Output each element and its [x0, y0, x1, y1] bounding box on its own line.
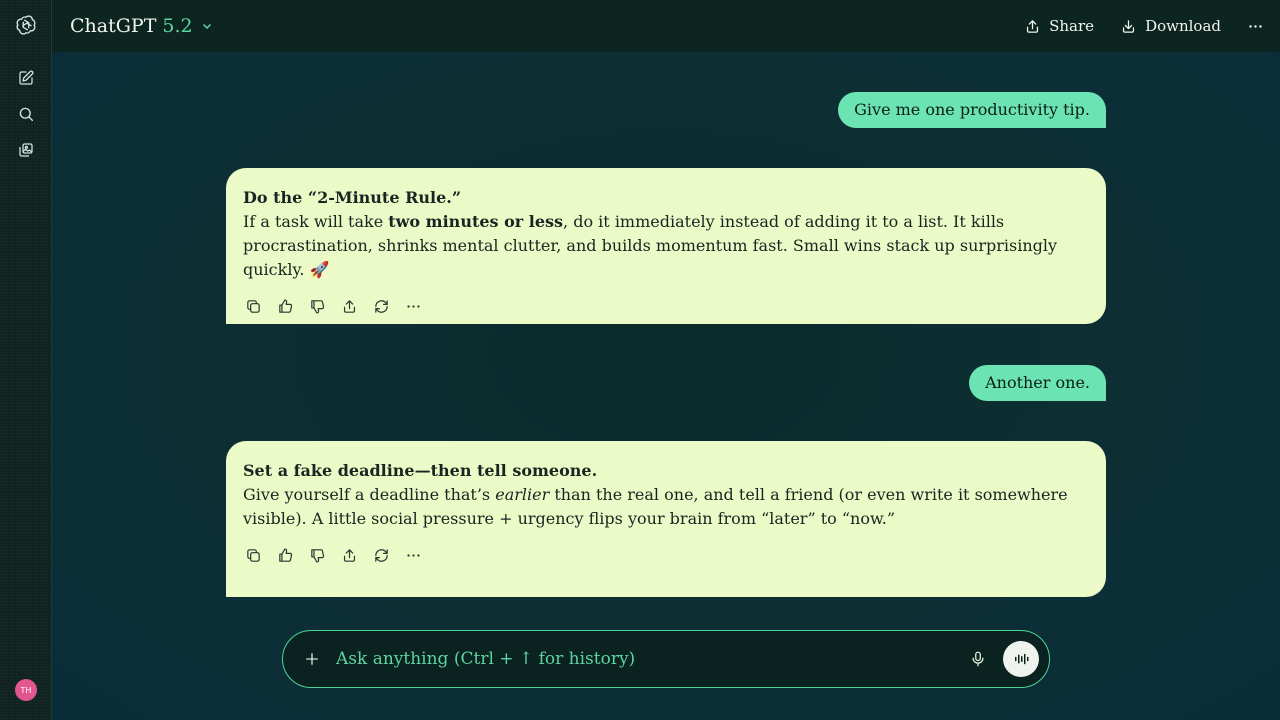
message-actions — [243, 296, 1089, 316]
share-label: Share — [1049, 17, 1095, 35]
prompt-input[interactable] — [336, 649, 967, 669]
thumbs-down-icon[interactable] — [307, 296, 327, 316]
library-icon[interactable] — [14, 138, 38, 162]
user-message: Give me one productivity tip. — [838, 92, 1106, 128]
plus-icon[interactable] — [300, 647, 324, 671]
openai-logo-icon[interactable] — [14, 13, 38, 37]
voice-mode-button[interactable] — [1003, 641, 1039, 677]
share-icon — [1027, 19, 1039, 33]
share-icon[interactable] — [339, 296, 359, 316]
message-actions — [243, 545, 1089, 565]
sidebar-rail: TH — [0, 0, 52, 720]
more-icon — [1249, 24, 1262, 28]
more-options-button[interactable] — [1247, 18, 1264, 35]
app-name: ChatGPT — [70, 15, 157, 37]
more-icon[interactable] — [403, 545, 423, 565]
message-body: If a task will take two minutes or less,… — [243, 212, 1058, 279]
chevron-down-icon — [202, 23, 211, 30]
message-heading: Do the “2-Minute Rule.” — [243, 188, 462, 207]
thumbs-down-icon[interactable] — [307, 545, 327, 565]
thumbs-up-icon[interactable] — [275, 545, 295, 565]
avatar[interactable]: TH — [15, 679, 37, 701]
new-chat-icon[interactable] — [14, 66, 38, 90]
message-heading: Set a fake deadline—then tell someone. — [243, 461, 598, 480]
copy-icon[interactable] — [243, 296, 263, 316]
thumbs-up-icon[interactable] — [275, 296, 295, 316]
search-icon[interactable] — [14, 102, 38, 126]
regenerate-icon[interactable] — [371, 296, 391, 316]
voice-waveform-icon — [1015, 653, 1029, 665]
microphone-icon[interactable] — [967, 648, 989, 670]
regenerate-icon[interactable] — [371, 545, 391, 565]
more-icon[interactable] — [403, 296, 423, 316]
assistant-message: Set a fake deadline—then tell someone. G… — [226, 441, 1106, 597]
share-button[interactable]: Share — [1024, 17, 1094, 35]
assistant-message: Do the “2-Minute Rule.” If a task will t… — [226, 168, 1106, 324]
download-button[interactable]: Download — [1120, 17, 1221, 35]
download-icon — [1122, 19, 1135, 33]
share-icon[interactable] — [339, 545, 359, 565]
top-bar: ChatGPT 5.2 Share Download — [52, 0, 1280, 52]
copy-icon[interactable] — [243, 545, 263, 565]
conversation-area: Give me one productivity tip. Do the “2-… — [52, 52, 1280, 720]
composer — [282, 630, 1050, 688]
model-selector[interactable]: ChatGPT 5.2 — [70, 15, 213, 37]
model-version: 5.2 — [162, 15, 193, 37]
download-label: Download — [1145, 17, 1221, 35]
user-message: Another one. — [969, 365, 1106, 401]
message-body: Give yourself a deadline that’s earlier … — [243, 485, 1068, 528]
